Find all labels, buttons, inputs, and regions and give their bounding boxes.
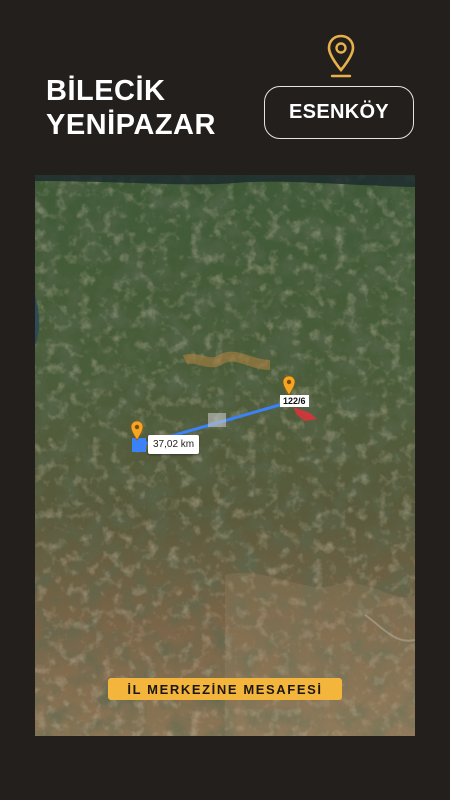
title-line-province: BİLECİK xyxy=(46,75,166,107)
map-pin-icon xyxy=(327,34,355,78)
location-badge: ESENKÖY xyxy=(264,86,414,139)
distance-label: 37,02 km xyxy=(148,435,200,454)
map-terrain xyxy=(35,175,415,736)
parcel-pin-icon[interactable] xyxy=(282,375,296,397)
parcel-number-label: 122/6 xyxy=(280,395,309,407)
satellite-map[interactable]: 37,02 km 122/6 İL MERKEZİNE MESAFESİ xyxy=(35,175,415,736)
distance-banner: İL MERKEZİNE MESAFESİ xyxy=(108,678,342,700)
title-line-district: YENİPAZAR xyxy=(46,109,216,141)
origin-pin-icon[interactable] xyxy=(130,420,144,442)
page-title: BİLECİK YENİPAZAR xyxy=(46,74,216,142)
